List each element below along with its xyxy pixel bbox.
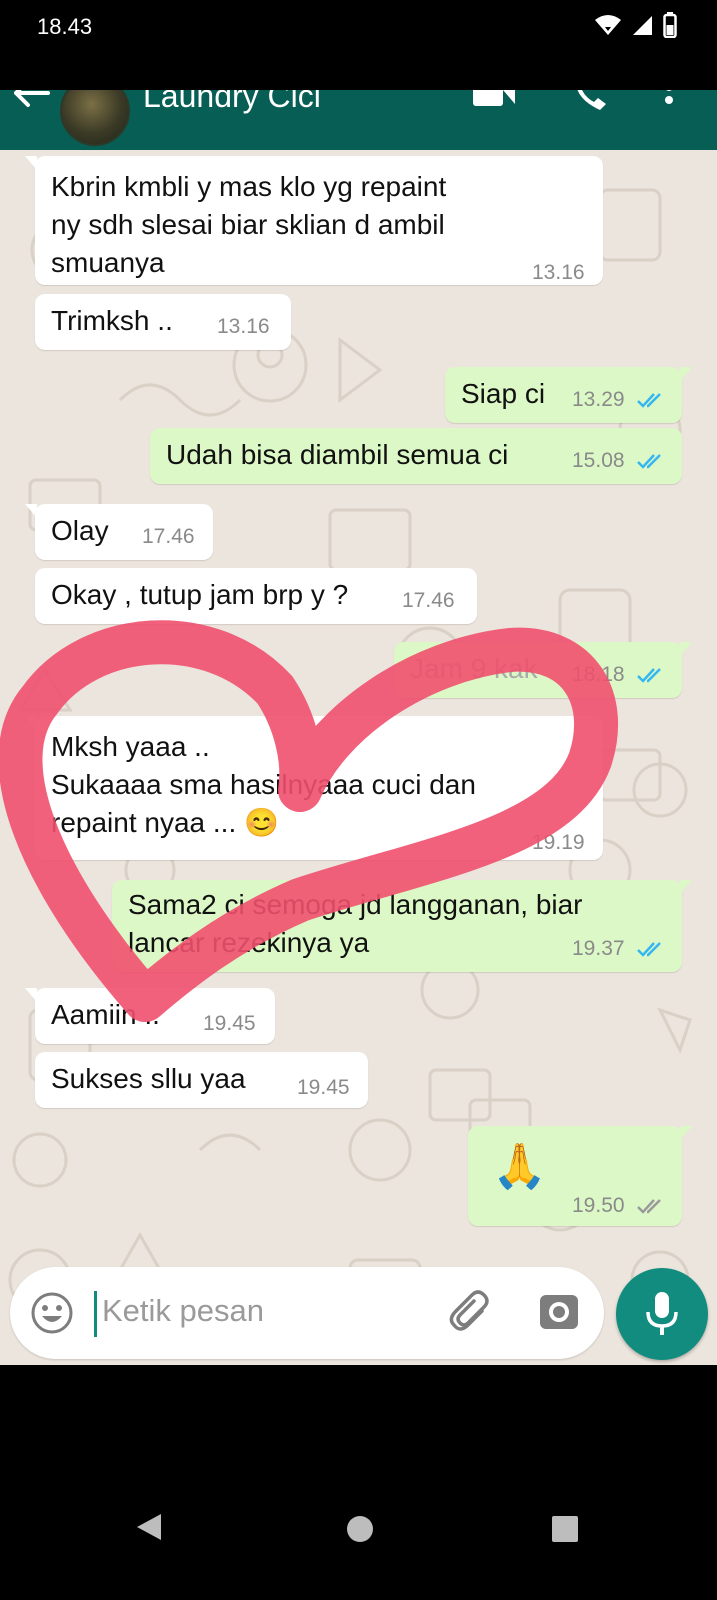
message-bubble-outgoing[interactable]: Udah bisa diambil semua ci 15.08: [150, 428, 682, 484]
more-vert-icon[interactable]: [664, 90, 674, 112]
message-text: Sama2 ci semoga jd langganan, biar lanca…: [128, 889, 583, 958]
bubble-tail: [25, 504, 37, 518]
battery-icon: [663, 12, 677, 38]
mic-icon: [646, 1292, 678, 1335]
message-text: Udah bisa diambil semua ci: [166, 439, 509, 470]
message-text: Olay: [51, 515, 109, 546]
bubble-tail: [25, 716, 37, 730]
bubble-tail: [680, 642, 692, 656]
message-text: Okay , tutup jam brp y ?: [51, 579, 349, 610]
message-bubble-incoming[interactable]: Olay 17.46: [25, 504, 213, 560]
status-time: 18.43: [37, 14, 93, 39]
bubble-tail: [25, 156, 37, 170]
message-time: 17.46: [402, 589, 455, 612]
message-input[interactable]: Ketik pesan: [102, 1293, 264, 1329]
message-time: 18.18: [572, 663, 625, 686]
message-time: 19.45: [203, 1012, 256, 1035]
message-bubble-incoming[interactable]: Sukses sllu yaa 19.45: [35, 1052, 368, 1108]
message-time: 13.16: [532, 261, 585, 284]
message-time: 19.19: [532, 831, 585, 854]
emoji-icon[interactable]: [30, 1291, 74, 1335]
message-time: 13.29: [572, 388, 625, 411]
message-bubble-outgoing[interactable]: Jam 9 kak 18.18: [394, 642, 692, 698]
message-time: 15.08: [572, 449, 625, 472]
message-bubble-outgoing[interactable]: Siap ci 13.29: [445, 367, 692, 423]
message-time: 17.46: [142, 525, 195, 548]
signal-icon: [633, 16, 652, 35]
message-bubble-incoming[interactable]: Kbrin kmbli y mas klo yg repaint ny sdh …: [25, 156, 603, 285]
attach-icon[interactable]: [448, 1289, 494, 1335]
message-text: Jam 9 kak: [410, 653, 538, 684]
message-bubble-incoming[interactable]: Trimksh .. 13.16: [35, 294, 291, 350]
delivered-receipt-icon: [637, 1199, 661, 1214]
message-text: Sukses sllu yaa: [51, 1063, 246, 1094]
camera-icon[interactable]: [538, 1291, 580, 1333]
message-bubble-incoming[interactable]: Mksh yaaa .. Sukaaaa sma hasilnyaaa cuci…: [25, 716, 603, 860]
wifi-icon: [595, 15, 621, 35]
read-receipt-icon: [637, 454, 661, 469]
message-composer[interactable]: Ketik pesan: [10, 1267, 604, 1359]
bubble-tail: [25, 988, 37, 1002]
message-time: 19.37: [572, 937, 625, 960]
bubble-tail: [680, 1126, 692, 1140]
nav-recents-icon[interactable]: [551, 1515, 579, 1543]
chat-area[interactable]: Kbrin kmbli y mas klo yg repaint ny sdh …: [0, 150, 717, 1365]
contact-name[interactable]: Laundry Cici: [143, 90, 321, 115]
message-bubble-outgoing[interactable]: 🙏 19.50: [468, 1126, 692, 1226]
read-receipt-icon: [637, 393, 661, 408]
status-bar: 18.43: [0, 0, 717, 90]
message-text: Aamiin ..: [51, 999, 160, 1030]
chat-header: Laundry Cici: [0, 90, 717, 150]
message-text: Siap ci: [461, 378, 546, 409]
message-text: 🙏: [492, 1142, 547, 1191]
status-icons: [595, 12, 677, 38]
message-time: 19.50: [572, 1194, 625, 1217]
message-text: Trimksh ..: [51, 305, 173, 336]
message-bubble-outgoing[interactable]: Sama2 ci semoga jd langganan, biar lanca…: [112, 880, 692, 972]
bubble-tail: [680, 367, 692, 381]
message-time: 19.45: [297, 1076, 350, 1099]
phone-icon[interactable]: [572, 90, 610, 112]
voice-record-button[interactable]: [616, 1268, 708, 1360]
message-text: Mksh yaaa .. Sukaaaa sma hasilnyaaa cuci…: [51, 731, 476, 838]
back-arrow-icon[interactable]: [14, 90, 50, 112]
message-time: 13.16: [217, 315, 270, 338]
message-bubble-incoming[interactable]: Okay , tutup jam brp y ? 17.46: [35, 568, 477, 624]
message-bubble-incoming[interactable]: Aamiin .. 19.45: [25, 988, 275, 1044]
message-text: Kbrin kmbli y mas klo yg repaint ny sdh …: [51, 171, 447, 278]
nav-home-icon[interactable]: [346, 1515, 374, 1543]
system-nav-bar: [0, 1365, 717, 1600]
read-receipt-icon: [637, 942, 661, 957]
read-receipt-icon: [637, 668, 661, 683]
text-cursor: [94, 1291, 97, 1337]
video-call-icon[interactable]: [473, 90, 517, 110]
contact-avatar[interactable]: [60, 90, 130, 146]
nav-back-icon[interactable]: [135, 1512, 163, 1542]
bubble-tail: [680, 880, 692, 894]
